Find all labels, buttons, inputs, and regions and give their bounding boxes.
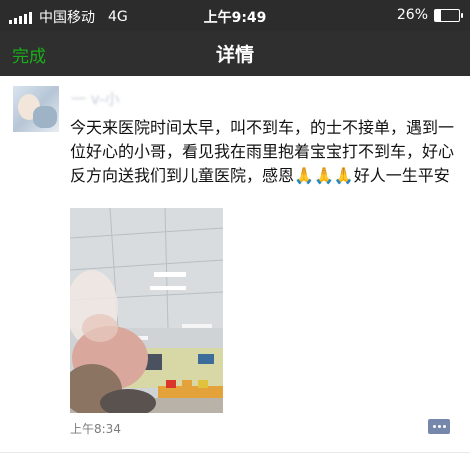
nav-bar: 完成 详情: [0, 31, 470, 76]
battery-icon: [434, 8, 463, 22]
prayer-emoji: 🙏: [294, 168, 314, 185]
post-closing-text: 好人一生平安: [353, 168, 450, 185]
comment-more-icon[interactable]: [428, 419, 450, 434]
post-text: 今天来医院时间太早，叫不到车，的士不接单，遇到一位好心的小哥，看见我在雨里抱着宝…: [70, 117, 462, 189]
battery-fill: [435, 9, 442, 21]
prayer-emoji: 🙏: [333, 168, 354, 185]
status-right: 26%: [396, 7, 463, 23]
poster-name[interactable]: 一 v-小: [71, 88, 120, 109]
prayer-emoji: 🙏: [313, 168, 334, 185]
avatar[interactable]: [13, 86, 59, 132]
post-photo[interactable]: [70, 208, 223, 413]
battery-percent: 26%: [396, 7, 428, 23]
divider: [0, 452, 470, 453]
page-title: 详情: [215, 44, 254, 66]
hospital-photo-image: [70, 208, 223, 413]
post-timestamp: 上午8:34: [70, 422, 121, 436]
status-bar: 中国移动 4G 上午9:49 26%: [0, 0, 470, 31]
